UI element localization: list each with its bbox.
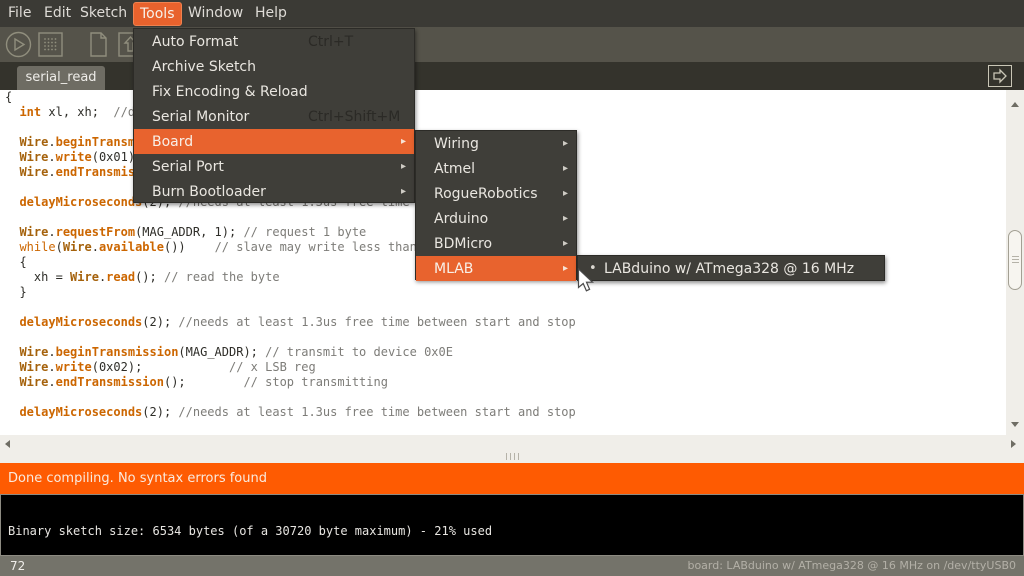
board-menu-item-bdmicro[interactable]: BDMicro ▸ [416,231,576,256]
verify-button[interactable] [5,31,32,58]
tools-menu-item-serial-port[interactable]: Serial Port ▸ [134,154,414,179]
board-menu-item-atmel[interactable]: Atmel ▸ [416,156,576,181]
tools-menu-item-fix-encoding-reload[interactable]: Fix Encoding & Reload [134,79,414,104]
console-output[interactable]: Binary sketch size: 6534 bytes (of a 307… [0,494,1024,556]
splitter-grip[interactable] [506,453,519,460]
code-line: Wire.endTransmission(); // stop transmit… [5,375,576,390]
submenu-arrow-icon: ▸ [563,163,568,174]
code-line: delayMicroseconds(2); //needs at least 1… [5,405,576,420]
scroll-right-icon[interactable] [1011,440,1016,448]
menubar-item-tools[interactable]: Tools [133,2,182,26]
scroll-left-icon[interactable] [5,440,10,448]
new-sketch-button[interactable] [85,31,112,58]
tools-menu: Auto Format Ctrl+T Archive Sketch Fix Encod… [133,28,415,203]
scroll-up-icon[interactable] [1011,102,1019,107]
menu-item-shortcut: Ctrl+Shift+M [308,109,400,125]
submenu-arrow-icon: ▸ [401,136,406,147]
code-line: Wire.write(0x02); // x LSB reg [5,360,576,375]
menu-item-label: Wiring [434,136,479,152]
menubar-item-file[interactable]: File [8,0,31,27]
menu-item-label: Serial Port [152,159,224,175]
menubar-item-sketch[interactable]: Sketch [80,0,127,27]
mlab-menu-item-labduino-w-atmega328-16-mhz[interactable]: •LABduino w/ ATmega328 @ 16 MHz [578,256,884,281]
console-line: Binary sketch size: 6534 bytes (of a 307… [8,524,492,538]
compile-status-bar: Done compiling. No syntax errors found [0,463,1024,494]
tools-menu-item-serial-monitor[interactable]: Serial Monitor Ctrl+Shift+M [134,104,414,129]
compile-status-message: Done compiling. No syntax errors found [8,463,267,494]
arduino-ide-window: File Edit SketchToolsWindow Help [0,0,1024,576]
board-menu-item-mlab[interactable]: MLAB ▸ [416,256,576,281]
tools-menu-item-board[interactable]: Board ▸ [134,129,414,154]
vertical-scrollbar[interactable] [1006,90,1024,435]
menu-item-label: Auto Format [152,34,238,50]
serial-monitor-button[interactable] [988,65,1012,87]
stop-button[interactable] [37,31,64,58]
menu-item-label: Fix Encoding & Reload [152,84,308,100]
submenu-arrow-icon: ▸ [401,161,406,172]
code-line: Wire.beginTransmission(MAG_ADDR); // tra… [5,345,576,360]
submenu-arrow-icon: ▸ [563,263,568,274]
vertical-scrollbar-thumb[interactable] [1008,230,1022,290]
code-line: delayMicroseconds(2); //needs at least 1… [5,315,576,330]
verify-icon [5,31,32,58]
code-line [5,300,576,315]
submenu-arrow-icon: ▸ [401,186,406,197]
code-line [5,330,576,345]
board-menu-item-arduino[interactable]: Arduino ▸ [416,206,576,231]
menu-item-label: MLAB [434,261,473,277]
tools-menu-item-burn-bootloader[interactable]: Burn Bootloader ▸ [134,179,414,204]
mouse-cursor [577,268,595,298]
menu-item-label: LABduino w/ ATmega328 @ 16 MHz [604,261,854,277]
menubar-item-window[interactable]: Window [188,0,243,27]
horizontal-scrollbar[interactable] [0,435,1024,463]
submenu-arrow-icon: ▸ [563,138,568,149]
menubar-item-edit[interactable]: Edit [44,0,71,27]
code-line [5,390,576,405]
scroll-down-icon[interactable] [1011,422,1019,427]
board-submenu: Wiring▸Atmel▸RogueRobotics▸Arduino▸BDMic… [415,130,577,280]
code-line: } [5,285,576,300]
board-port-status: board: LABduino w/ ATmega328 @ 16 MHz on… [687,556,1016,576]
tab-serial-read[interactable]: serial_read [17,66,105,90]
board-menu-item-wiring[interactable]: Wiring ▸ [416,131,576,156]
menu-item-label: Serial Monitor [152,109,249,125]
menu-item-shortcut: Ctrl+T [308,34,353,50]
board-menu-item-roguerobotics[interactable]: RogueRobotics ▸ [416,181,576,206]
serial-monitor-icon [989,71,1011,90]
menubar-item-help[interactable]: Help [255,0,287,27]
menu-item-label: Arduino [434,211,488,227]
submenu-arrow-icon: ▸ [563,238,568,249]
menu-item-label: Archive Sketch [152,59,256,75]
submenu-arrow-icon: ▸ [563,213,568,224]
menu-item-label: Burn Bootloader [152,184,266,200]
menu-item-label: Atmel [434,161,475,177]
menubar: File Edit SketchToolsWindow Help [0,0,1024,27]
mlab-submenu: •LABduino w/ ATmega328 @ 16 MHz [577,255,885,281]
footer-status-bar: 72 board: LABduino w/ ATmega328 @ 16 MHz… [0,556,1024,576]
tools-menu-item-auto-format[interactable]: Auto Format Ctrl+T [134,29,414,54]
new-file-icon [85,31,112,58]
submenu-arrow-icon: ▸ [563,188,568,199]
tools-menu-item-archive-sketch[interactable]: Archive Sketch [134,54,414,79]
menu-item-label: BDMicro [434,236,492,252]
menu-item-label: Board [152,134,193,150]
menu-item-label: RogueRobotics [434,186,538,202]
current-line-number: 72 [10,556,25,576]
stop-icon [37,31,64,58]
